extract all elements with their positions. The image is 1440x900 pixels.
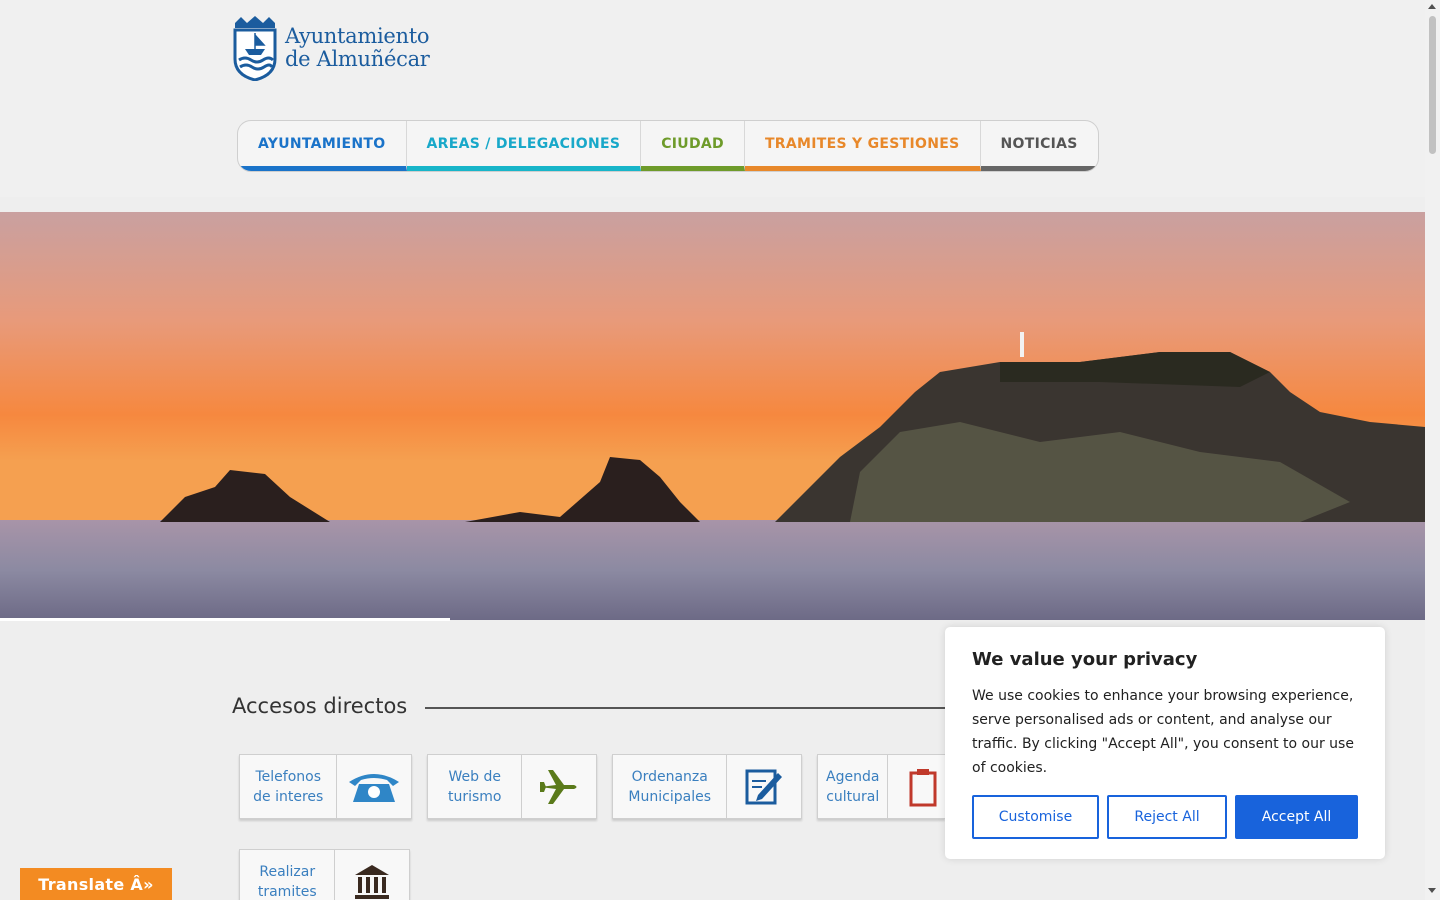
- building-icon: [335, 850, 409, 900]
- site-logo[interactable]: Ayuntamiento de Almuñécar: [231, 14, 441, 82]
- translate-button[interactable]: Translate Â»: [20, 868, 172, 900]
- reject-all-button[interactable]: Reject All: [1107, 795, 1227, 839]
- cookie-consent-dialog: We value your privacy We use cookies to …: [945, 627, 1385, 859]
- cookie-text: We use cookies to enhance your browsing …: [972, 688, 1354, 776]
- tile-agenda-cultural[interactable]: Agenda cultural: [817, 754, 945, 819]
- tile-label: Realizar tramites: [240, 850, 336, 900]
- clipboard-icon: [888, 755, 945, 818]
- scroll-down-arrow-icon[interactable]: [1428, 888, 1436, 893]
- sunset-coast-image: [0, 212, 1425, 620]
- logo-line-1: Ayuntamiento: [285, 24, 430, 48]
- coat-of-arms-icon: [233, 16, 277, 81]
- logo-line-2: de Almuñécar: [285, 47, 430, 71]
- cookie-title: We value your privacy: [972, 649, 1198, 670]
- logo-text: Ayuntamiento de Almuñécar: [285, 25, 430, 71]
- scroll-up-arrow-icon[interactable]: [1428, 4, 1436, 9]
- tile-label: Web de turismo: [428, 755, 523, 818]
- tile-telefonos[interactable]: Telefonos de interes: [239, 754, 412, 819]
- tile-label: Agenda cultural: [818, 755, 889, 818]
- telephone-icon: [337, 755, 411, 818]
- main-nav: AYUNTAMIENTO AREAS / DELEGACIONES CIUDAD…: [237, 120, 1099, 172]
- slider-progress-bar: [0, 618, 450, 621]
- page-scrollbar[interactable]: [1425, 0, 1440, 900]
- customise-button[interactable]: Customise: [972, 795, 1099, 839]
- accept-all-button[interactable]: Accept All: [1235, 795, 1358, 839]
- accesos-directos-title: Accesos directos: [232, 694, 408, 718]
- section-divider: [425, 707, 1025, 709]
- tile-label: Telefonos de interes: [240, 755, 338, 818]
- nav-areas-delegaciones[interactable]: AREAS / DELEGACIONES: [406, 121, 642, 171]
- tile-realizar-tramites[interactable]: Realizar tramites: [239, 849, 410, 900]
- tile-label: Ordenanza Municipales: [613, 755, 728, 818]
- cookie-buttons: Customise Reject All Accept All: [972, 795, 1358, 839]
- scroll-thumb[interactable]: [1429, 16, 1436, 154]
- tile-ordenanza[interactable]: Ordenanza Municipales: [612, 754, 802, 819]
- document-edit-icon: [727, 755, 801, 818]
- tile-web-turismo[interactable]: Web de turismo: [427, 754, 597, 819]
- nav-ayuntamiento[interactable]: AYUNTAMIENTO: [238, 121, 407, 171]
- hero-slider[interactable]: [0, 212, 1425, 620]
- nav-ciudad[interactable]: CIUDAD: [641, 121, 745, 171]
- airplane-icon: [522, 755, 596, 818]
- nav-noticias[interactable]: NOTICIAS: [980, 121, 1098, 171]
- site-header: Ayuntamiento de Almuñécar AYUNTAMIENTO A…: [0, 0, 1425, 197]
- nav-tramites-gestiones[interactable]: TRAMITES Y GESTIONES: [744, 121, 981, 171]
